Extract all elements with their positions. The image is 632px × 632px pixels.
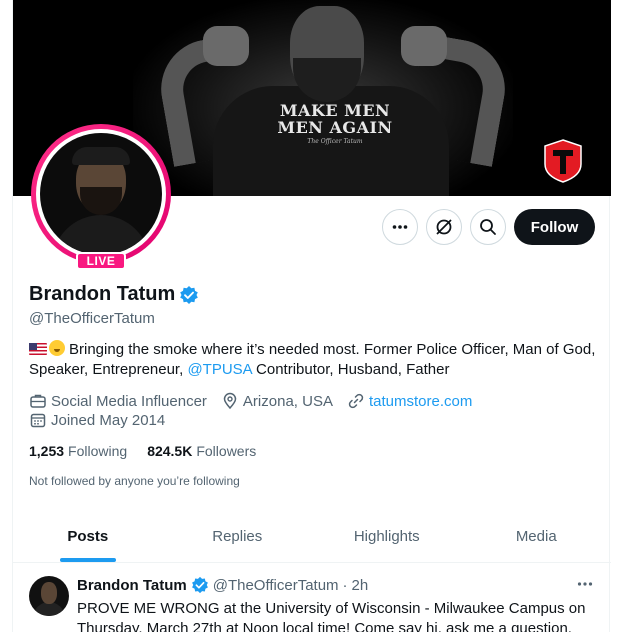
followers-count: 824.5K <box>147 443 193 459</box>
calendar-icon <box>30 413 46 428</box>
post-avatar-body <box>33 602 65 616</box>
live-badge[interactable]: LIVE <box>76 252 126 270</box>
verified-badge-icon[interactable] <box>191 576 209 594</box>
not-followed-note: Not followed by anyone you’re following <box>29 474 240 488</box>
tab-posts[interactable]: Posts <box>13 510 163 562</box>
more-button[interactable] <box>382 209 418 245</box>
joined-item: Joined May 2014 <box>29 411 165 429</box>
website-item: tatumstore.com <box>347 392 472 410</box>
active-tab-indicator <box>59 558 116 562</box>
banner-shirt-text: MAKE MEN MEN AGAIN <box>245 102 425 136</box>
post-item[interactable]: Brandon Tatum @TheOfficerTatum · 2h PROV… <box>13 564 611 632</box>
profile-category: Social Media Influencer <box>51 392 207 410</box>
more-icon <box>392 225 408 229</box>
profile-joined-date: Joined May 2014 <box>51 411 166 429</box>
profile-website-link[interactable]: tatumstore.com <box>369 393 472 410</box>
tab-media[interactable]: Media <box>462 510 612 562</box>
bio-mention-link[interactable]: @TPUSA <box>187 361 251 378</box>
post-avatar-face <box>41 582 57 604</box>
following-count: 1,253 <box>29 443 65 459</box>
avatar-beard <box>80 187 122 215</box>
follow-button[interactable]: Follow <box>514 209 595 245</box>
profile-handle: @TheOfficerTatum <box>29 310 155 327</box>
profile-avatar-live-ring[interactable] <box>31 124 171 264</box>
shirt-line-1: MAKE MEN <box>279 101 391 120</box>
avatar-cap <box>72 147 130 165</box>
link-icon <box>348 393 364 409</box>
tab-media-label: Media <box>515 527 557 545</box>
location-pin-icon <box>223 392 237 410</box>
tab-highlights[interactable]: Highlights <box>312 510 462 562</box>
post-more-button[interactable] <box>575 574 595 594</box>
shirt-line-2: MEN AGAIN <box>277 118 393 137</box>
profile-meta-row: Social Media Influencer Arizona, USA tat… <box>29 392 472 410</box>
us-flag-icon <box>29 343 47 355</box>
avatar-body <box>52 215 150 255</box>
location-item: Arizona, USA <box>221 392 333 410</box>
bio-text-2: Contributor, Husband, Father <box>251 361 450 378</box>
post-separator: · <box>342 576 348 594</box>
steam-face-emoji-icon <box>49 340 65 356</box>
profile-location: Arizona, USA <box>242 392 333 410</box>
avatar <box>40 133 162 255</box>
post-avatar[interactable] <box>29 576 69 616</box>
search-button[interactable] <box>470 209 506 245</box>
banner-fist-left <box>203 26 249 66</box>
category-item: Social Media Influencer <box>29 392 207 410</box>
post-text: PROVE ME WRONG at the University of Wisc… <box>77 600 586 632</box>
tab-highlights-label: Highlights <box>353 527 420 545</box>
post-author-handle[interactable]: @TheOfficerTatum <box>213 577 339 594</box>
followers-label: Followers <box>196 443 257 459</box>
grok-button[interactable] <box>426 209 462 245</box>
profile-bio: Bringing the smoke where it’s needed mos… <box>29 340 599 380</box>
following-label: Following <box>68 443 128 459</box>
search-icon <box>480 219 496 235</box>
grok-icon <box>436 219 452 235</box>
following-link[interactable]: 1,253 Following <box>29 443 127 459</box>
profile-name-row: Brandon Tatum <box>29 283 199 306</box>
post-header: Brandon Tatum @TheOfficerTatum · 2h <box>77 576 368 594</box>
tab-replies[interactable]: Replies <box>163 510 313 562</box>
post-author-name[interactable]: Brandon Tatum <box>77 577 187 594</box>
briefcase-icon <box>30 394 46 408</box>
profile-column: MAKE MEN MEN AGAIN The Officer Tatum LIV… <box>12 0 611 632</box>
profile-tabs: Posts Replies Highlights Media <box>13 510 611 563</box>
more-icon <box>577 582 593 586</box>
tab-replies-label: Replies <box>212 527 263 545</box>
profile-name: Brandon Tatum <box>29 283 176 305</box>
shirt-signature: The Officer Tatum <box>307 138 363 145</box>
follow-counts: 1,253 Following 824.5K Followers <box>29 443 256 459</box>
avatar-border <box>36 129 166 259</box>
banner-fist-right <box>401 26 447 66</box>
profile-joined-row: Joined May 2014 <box>29 411 165 429</box>
tab-posts-label: Posts <box>67 527 109 545</box>
verified-badge-icon[interactable] <box>179 285 199 305</box>
post-timestamp[interactable]: 2h <box>352 577 369 594</box>
followers-link[interactable]: 824.5K Followers <box>147 443 256 459</box>
shield-logo-icon <box>544 139 582 183</box>
